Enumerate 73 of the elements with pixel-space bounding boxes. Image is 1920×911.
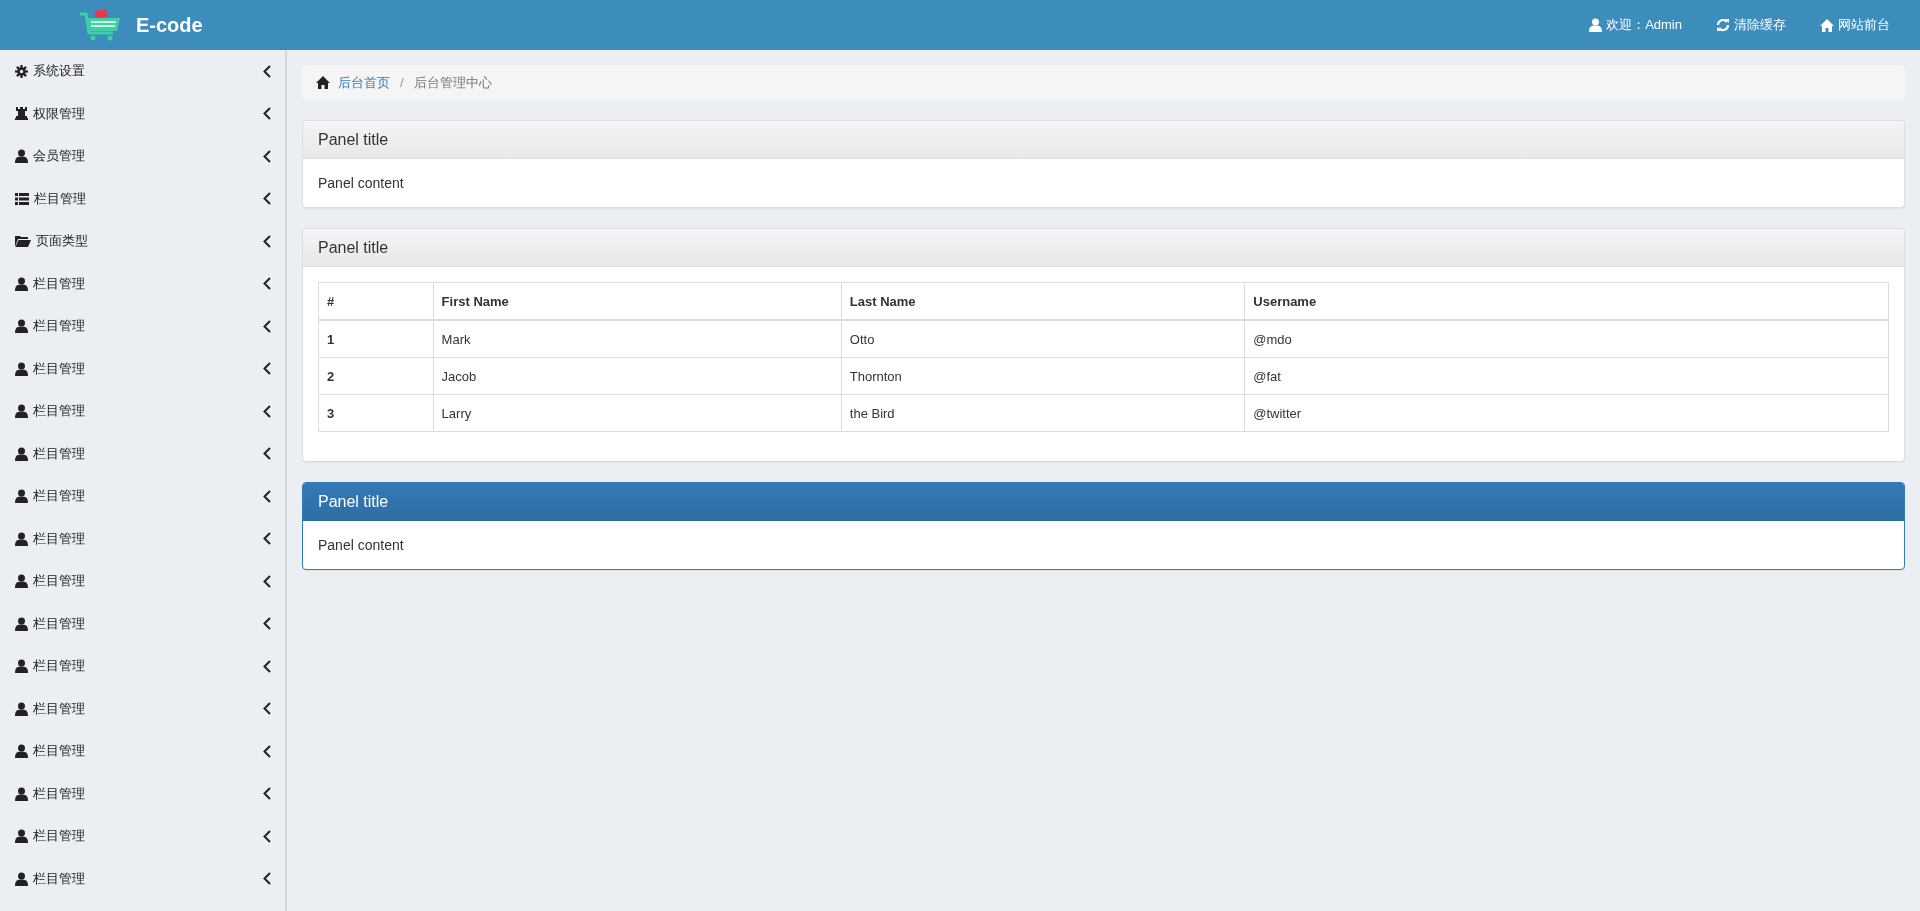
breadcrumb-separator: / xyxy=(399,75,405,90)
site-frontend-link[interactable]: 网站前台 xyxy=(1820,16,1890,34)
panel-title: Panel title xyxy=(303,483,1904,521)
sidebar-item[interactable]: 栏目管理 xyxy=(0,432,285,475)
sidebar-item[interactable]: 栏目管理 xyxy=(0,772,285,815)
sidebar-item[interactable]: 栏目管理 xyxy=(0,730,285,773)
list-icon xyxy=(15,192,29,205)
table-cell: @mdo xyxy=(1244,320,1889,358)
clear-cache-link[interactable]: 清除缓存 xyxy=(1716,16,1786,34)
table-cell: 1 xyxy=(318,320,434,358)
user-icon xyxy=(15,744,28,759)
panel-title: Panel title xyxy=(303,229,1904,267)
gear-icon xyxy=(15,64,28,78)
table-cell: Larry xyxy=(433,394,842,432)
user-icon xyxy=(1589,18,1603,32)
user-icon xyxy=(15,531,28,546)
sidebar-item[interactable]: 页面类型 xyxy=(0,220,285,263)
table-cell: @fat xyxy=(1244,357,1889,395)
user-icon xyxy=(15,659,28,674)
panel-title: Panel title xyxy=(303,121,1904,159)
sidebar-item[interactable]: 栏目管理 xyxy=(0,390,285,433)
sidebar-item[interactable]: 栏目管理 xyxy=(0,602,285,645)
sidebar-item[interactable]: 会员管理 xyxy=(0,135,285,178)
breadcrumb-current: 后台管理中心 xyxy=(413,73,492,92)
sidebar-item[interactable]: 栏目管理 xyxy=(0,177,285,220)
column-header: Last Name xyxy=(841,282,1245,320)
home-icon xyxy=(316,76,330,89)
column-header: # xyxy=(318,282,434,320)
rook-icon xyxy=(15,107,28,121)
user-icon xyxy=(15,786,28,801)
sidebar-item[interactable]: 系统设置 xyxy=(0,50,285,93)
column-header: First Name xyxy=(433,282,842,320)
table-cell: 3 xyxy=(318,394,434,432)
user-icon xyxy=(15,446,28,461)
sidebar-item[interactable]: 栏目管理 xyxy=(0,347,285,390)
sidebar-item[interactable]: 栏目管理 xyxy=(0,645,285,688)
sidebar-item[interactable]: 栏目管理 xyxy=(0,517,285,560)
user-icon xyxy=(15,489,28,504)
table-cell: Jacob xyxy=(433,357,842,395)
sidebar-item[interactable]: 栏目管理 xyxy=(0,262,285,305)
refresh-icon xyxy=(1716,18,1730,32)
table-cell: Mark xyxy=(433,320,842,358)
user-icon xyxy=(15,871,28,886)
breadcrumb-link[interactable]: 后台首页 xyxy=(338,73,390,92)
user-icon xyxy=(15,404,28,419)
cart-logo-icon xyxy=(80,9,122,41)
home-icon xyxy=(1820,18,1834,32)
user-icon xyxy=(15,616,28,631)
sidebar-item[interactable]: 栏目管理 xyxy=(0,857,285,900)
table-cell: 2 xyxy=(318,357,434,395)
user-icon xyxy=(15,149,28,164)
user-icon xyxy=(15,319,28,334)
sidebar-item[interactable]: 权限管理 xyxy=(0,92,285,135)
panel-content: Panel content xyxy=(318,537,404,553)
sidebar-item[interactable]: 栏目管理 xyxy=(0,305,285,348)
sidebar-item[interactable]: 栏目管理 xyxy=(0,815,285,858)
user-icon xyxy=(15,701,28,716)
table-cell: @twitter xyxy=(1244,394,1889,432)
user-icon xyxy=(15,829,28,844)
sidebar-item[interactable]: 栏目管理 xyxy=(0,560,285,603)
table-cell: Otto xyxy=(841,320,1245,358)
welcome-link[interactable]: 欢迎：Admin xyxy=(1589,16,1682,34)
column-header: Username xyxy=(1244,282,1889,320)
folder-icon xyxy=(15,235,31,248)
sidebar-item[interactable]: 栏目管理 xyxy=(0,475,285,518)
sidebar-item[interactable]: 栏目管理 xyxy=(0,687,285,730)
table-cell: Thornton xyxy=(841,357,1245,395)
user-icon xyxy=(15,574,28,589)
brand-title: E-code xyxy=(136,13,203,37)
panel-content: Panel content xyxy=(318,175,404,191)
user-icon xyxy=(15,361,28,376)
user-icon xyxy=(15,276,28,291)
table-cell: the Bird xyxy=(841,394,1245,432)
